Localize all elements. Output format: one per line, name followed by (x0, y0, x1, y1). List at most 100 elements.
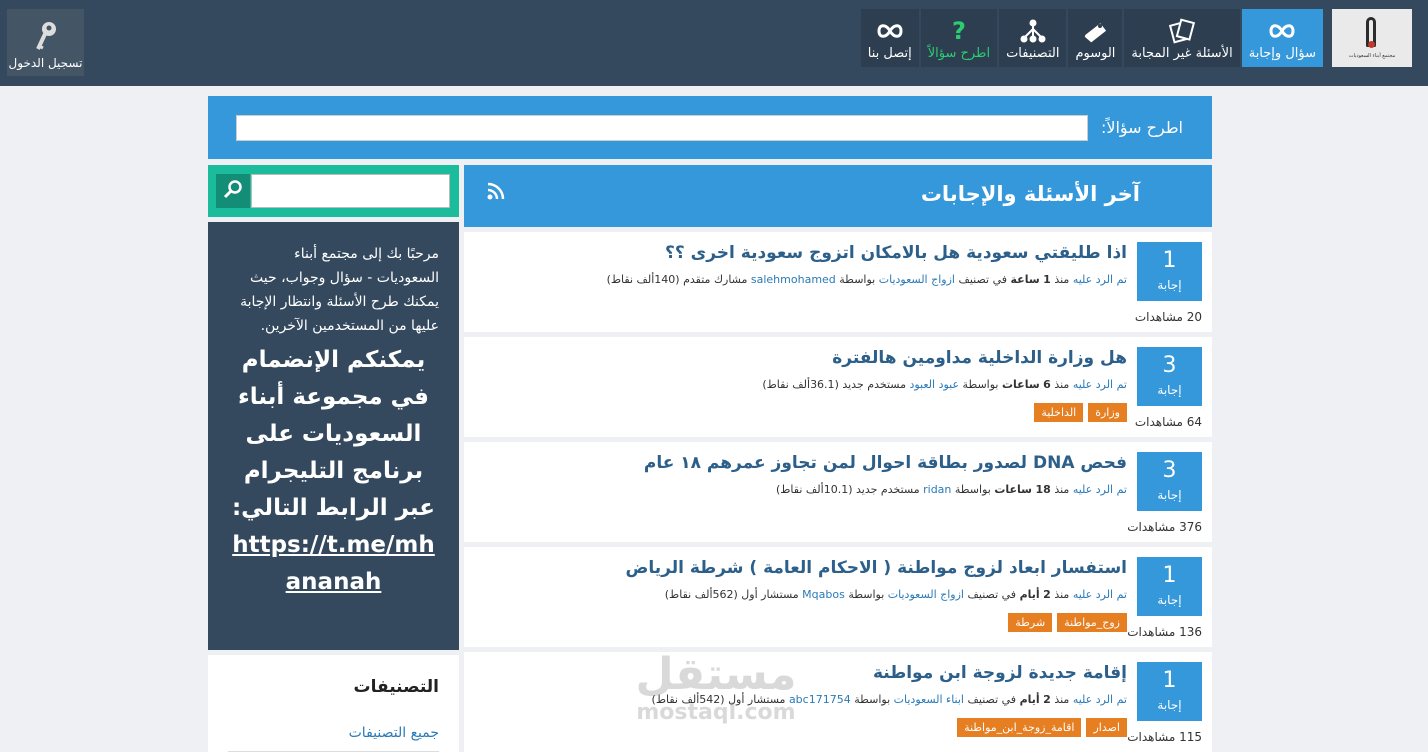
answer-count-badge[interactable]: 3 إجابة (1137, 452, 1202, 511)
answered-link[interactable]: تم الرد عليه (1073, 378, 1127, 391)
infinity-icon (1267, 16, 1297, 46)
time-prefix: منذ (1054, 378, 1070, 391)
category-link[interactable]: ابناء السعوديات (894, 693, 964, 706)
category-link[interactable]: ازواج السعوديات (879, 273, 955, 286)
tag-badge[interactable]: اصدار (1086, 718, 1127, 737)
category-prefix: في تصنيف (967, 588, 1017, 601)
rss-icon[interactable] (486, 181, 506, 205)
view-count: 64 مشاهدات (1134, 415, 1202, 429)
search-input[interactable] (251, 174, 450, 208)
user-link[interactable]: عبود العبود (909, 378, 959, 391)
tag-badge[interactable]: وزارة (1088, 403, 1127, 422)
answer-count-badge[interactable]: 1 إجابة (1137, 557, 1202, 616)
question-title[interactable]: هل وزارة الداخلية مداومين هالفترة (832, 348, 1127, 368)
view-count: 20 مشاهدات (1134, 310, 1202, 324)
question-title[interactable]: فحص DNA لصدور بطاقة احوال لمن تجاوز عمره… (644, 453, 1127, 473)
tag-badge[interactable]: زوج_مواطنة (1057, 613, 1127, 632)
logo-mark-icon (1360, 17, 1384, 51)
time-unit: ساعات (1002, 378, 1040, 391)
categories-title: التصنيفات (353, 677, 439, 697)
top-bar: مجتمع أبناء السعوديات سؤال وإجابة الأسئل… (0, 0, 1428, 86)
answer-count: 3 (1162, 353, 1177, 378)
user-level: مستخدم جديد (36.1ألف نقاط) (762, 378, 906, 391)
nav-tags[interactable]: الوسوم (1068, 9, 1123, 67)
nav-ask-label: اطرح سؤالاً (927, 46, 991, 61)
answer-count: 3 (1162, 458, 1177, 483)
ask-label: اطرح سؤالاً: (1100, 118, 1183, 137)
answer-count-label: إجابة (1157, 488, 1182, 502)
login-label: تسجيل الدخول (8, 56, 83, 70)
question-meta: تم الرد عليه منذ 18 ساعات بواسطة ridan م… (776, 483, 1127, 496)
search-icon (223, 179, 243, 203)
user-level: مشارك متقدم (140ألف نقاط) (606, 273, 748, 286)
login-button[interactable]: تسجيل الدخول (7, 9, 84, 76)
user-link[interactable]: abc171754 (789, 693, 851, 706)
by-label: بواسطة (848, 588, 885, 601)
tag-list: وزارة الداخلية (1034, 403, 1127, 422)
answer-count-label: إجابة (1157, 278, 1182, 292)
question-meta: تم الرد عليه منذ 2 أيام في تصنيف ابناء ا… (652, 693, 1127, 706)
question-title[interactable]: استفسار ابعاد لزوج مواطنة ( الاحكام العا… (626, 558, 1127, 578)
telegram-link[interactable]: https://t.me/mhananah (228, 527, 439, 601)
time-unit: ساعات (994, 483, 1032, 496)
search-button[interactable] (216, 174, 250, 208)
hierarchy-icon (1018, 16, 1048, 46)
question-item: 3 إجابة 64 مشاهدات هل وزارة الداخلية مداومي… (464, 337, 1212, 437)
user-link[interactable]: ridan (923, 483, 951, 496)
ask-input[interactable] (236, 115, 1088, 141)
tag-badge[interactable]: شرطة (1008, 613, 1053, 632)
time-number: 2 (1043, 588, 1051, 601)
time-prefix: منذ (1054, 588, 1070, 601)
user-level: مستخدم جديد (10.1ألف نقاط) (775, 483, 920, 496)
view-count: 115 مشاهدات (1127, 730, 1202, 744)
tag-badge[interactable]: اقامة_زوجة_ابن_مواطنة (957, 718, 1082, 737)
site-logo[interactable]: مجتمع أبناء السعوديات (1332, 9, 1412, 67)
user-link[interactable]: salehmohamed (751, 273, 836, 286)
welcome-box: مرحبًا بك إلى مجتمع أبناء السعوديات - سؤ… (208, 222, 459, 650)
answer-count: 1 (1162, 668, 1177, 693)
answered-link[interactable]: تم الرد عليه (1073, 273, 1127, 286)
nav-contact[interactable]: إتصل بنا (860, 9, 919, 67)
question-mark-icon: ? (951, 17, 966, 45)
nav-categories-label: التصنيفات (1006, 46, 1060, 61)
search-box (208, 165, 459, 217)
answered-link[interactable]: تم الرد عليه (1073, 483, 1127, 496)
nav-qa[interactable]: سؤال وإجابة (1241, 9, 1323, 67)
nav-contact-label: إتصل بنا (867, 46, 912, 61)
tag-list: اصدار اقامة_زوجة_ابن_مواطنة (957, 718, 1127, 737)
categories-box: التصنيفات جميع التصنيفات (208, 655, 459, 752)
nav-unanswered[interactable]: الأسئلة غير المجابة (1124, 9, 1240, 67)
main-header: آخر الأسئلة والإجابات (464, 165, 1212, 227)
time-prefix: منذ (1054, 483, 1070, 496)
question-meta: تم الرد عليه منذ 2 أيام في تصنيف ازواج ا… (665, 588, 1127, 601)
user-level: مستشار أول (542ألف نقاط) (651, 693, 786, 706)
answer-count: 1 (1162, 563, 1177, 588)
category-link[interactable]: ازواج السعوديات (888, 588, 964, 601)
key-icon (33, 16, 59, 56)
question-item: 1 إجابة 115 مشاهدات إقامة جديدة لزوجة ابن م… (464, 652, 1212, 752)
user-level: مستشار أول (562ألف نقاط) (664, 588, 799, 601)
join-text: يمكنكم الإنضمام في مجموعة أبناء السعوديا… (231, 347, 436, 521)
category-prefix: في تصنيف (967, 693, 1017, 706)
nav-categories[interactable]: التصنيفات (999, 9, 1067, 67)
answer-count-badge[interactable]: 3 إجابة (1137, 347, 1202, 406)
answer-count: 1 (1162, 248, 1177, 273)
question-title[interactable]: إقامة جديدة لزوجة ابن مواطنة (873, 663, 1127, 683)
tag-badge[interactable]: الداخلية (1034, 403, 1084, 422)
answered-link[interactable]: تم الرد عليه (1073, 588, 1127, 601)
answered-link[interactable]: تم الرد عليه (1073, 693, 1127, 706)
user-link[interactable]: Mqabos (802, 588, 845, 601)
answer-count-badge[interactable]: 1 إجابة (1137, 242, 1202, 301)
all-categories-link[interactable]: جميع التصنيفات (228, 725, 439, 741)
question-item: 1 إجابة 136 مشاهدات استفسار ابعاد لزوج مواط… (464, 547, 1212, 647)
time-prefix: منذ (1054, 273, 1070, 286)
tag-list: زوج_مواطنة شرطة (1008, 613, 1127, 632)
nav-ask[interactable]: ? اطرح سؤالاً (920, 9, 998, 67)
question-title[interactable]: اذا طليقتي سعودية هل بالامكان اتزوج سعود… (665, 243, 1127, 263)
nav-tags-label: الوسوم (1075, 46, 1116, 61)
answer-count-badge[interactable]: 1 إجابة (1137, 662, 1202, 721)
by-label: بواسطة (839, 273, 876, 286)
page-title: آخر الأسئلة والإجابات (920, 182, 1140, 206)
question-meta: تم الرد عليه منذ 1 ساعة في تصنيف ازواج ا… (607, 273, 1127, 286)
question-item: 1 إجابة 20 مشاهدات اذا طليقتي سعودية هل بال… (464, 232, 1212, 332)
